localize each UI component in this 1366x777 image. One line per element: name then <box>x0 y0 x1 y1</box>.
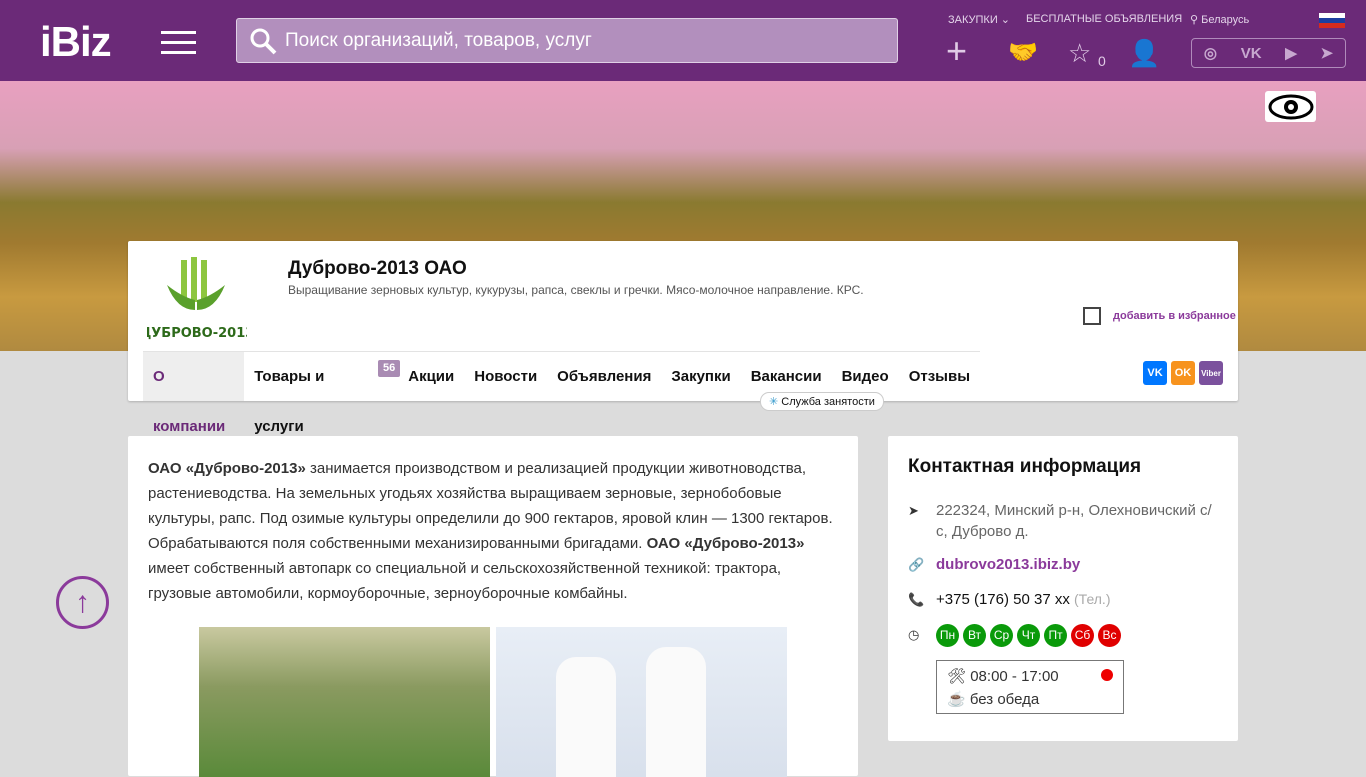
tab-reviews[interactable]: Отзывы <box>899 352 980 401</box>
search-input[interactable]: Поиск организаций, товаров, услуг <box>236 18 898 63</box>
workdays: Пн Вт Ср Чт Пт Сб Вс <box>936 624 1121 647</box>
photo-gallery <box>199 627 787 777</box>
company-description: Выращивание зерновых культур, кукурузы, … <box>288 283 864 297</box>
employment-service-tooltip[interactable]: ✳ Служба занятости <box>760 392 884 411</box>
day-5[interactable]: Сб <box>1071 624 1094 647</box>
link-icon: 🔗 <box>908 557 925 572</box>
youtube-icon[interactable]: ▶ <box>1285 44 1297 62</box>
address: 222324, Минский р-н, Олехновичский с/с, … <box>936 502 1212 540</box>
handshake-icon[interactable]: 🤝 <box>1008 38 1038 67</box>
day-1[interactable]: Вт <box>963 624 986 647</box>
contact-info-panel: Контактная информация ➤ 222324, Минский р… <box>888 436 1238 741</box>
accessibility-eye-icon[interactable] <box>1265 91 1316 122</box>
tab-ads[interactable]: Объявления <box>547 352 661 401</box>
phone-icon: 📞 <box>908 592 925 607</box>
phone-number[interactable]: +375 (176) 50 37 xx <box>936 589 1070 610</box>
viber-share-button[interactable]: Viber <box>1199 361 1223 385</box>
contact-info-title: Контактная информация <box>908 456 1142 477</box>
clock-icon: ◷ <box>908 627 920 642</box>
cows-photo[interactable] <box>199 627 490 777</box>
tab-news[interactable]: Новости <box>464 352 547 401</box>
vk-share-button[interactable]: VK <box>1143 361 1167 385</box>
menu-icon[interactable] <box>161 31 196 61</box>
telegram-icon[interactable]: ➤ <box>1321 44 1334 62</box>
tab-about[interactable]: О компании <box>143 352 245 435</box>
closed-status-dot <box>1101 669 1113 681</box>
products-count-badge: 56 <box>378 360 401 377</box>
tab-promotions[interactable]: Акции <box>398 352 464 401</box>
search-placeholder: Поиск организаций, товаров, услуг <box>285 29 592 51</box>
ibiz-logo[interactable]: iBiz <box>40 18 112 66</box>
hours-popup: 🛠 08:00 - 17:00 ☕ без обеда <box>936 660 1124 714</box>
vk-icon[interactable]: VK <box>1241 45 1262 62</box>
social-links: ◎ VK ▶ ➤ <box>1191 38 1346 68</box>
about-section: ОАО «Дуброво-2013» занимается производст… <box>128 436 858 777</box>
region-link[interactable]: ⚲ Беларусь <box>1190 13 1249 26</box>
day-2[interactable]: Ср <box>990 624 1013 647</box>
day-0[interactable]: Пн <box>936 624 959 647</box>
add-icon[interactable]: + <box>946 30 967 72</box>
russian-flag-icon[interactable] <box>1319 13 1345 28</box>
share-buttons: VK OK Viber <box>1143 361 1223 385</box>
day-6[interactable]: Вс <box>1098 624 1121 647</box>
milk-bottles-photo[interactable] <box>496 627 787 777</box>
company-card: ДУБРОВО-2013 Дуброво-2013 ОАО Выращивани… <box>128 241 1238 435</box>
tools-icon: 🛠 <box>947 668 967 685</box>
tab-purchases[interactable]: Закупки <box>661 352 740 401</box>
ok-share-button[interactable]: OK <box>1171 361 1195 385</box>
instagram-icon[interactable]: ◎ <box>1204 44 1217 62</box>
top-bar: iBiz Поиск организаций, товаров, услуг З… <box>0 0 1366 81</box>
lunch-info: без обеда <box>969 691 1040 708</box>
location-arrow-icon: ➤ <box>908 503 919 518</box>
work-hours: 08:00 - 17:00 <box>970 668 1059 685</box>
day-3[interactable]: Чт <box>1017 624 1040 647</box>
company-logo: ДУБРОВО-2013 <box>143 249 250 351</box>
coffee-icon: ☕ <box>947 691 966 708</box>
purchases-link[interactable]: ЗАКУПКИ ⌄ <box>948 13 1010 26</box>
favorites-count: 0 <box>1098 53 1106 69</box>
day-4[interactable]: Пт <box>1044 624 1067 647</box>
tab-products[interactable]: Товары и услуги 56 <box>244 352 401 435</box>
svg-text:ДУБРОВО-2013: ДУБРОВО-2013 <box>147 326 247 341</box>
phone-type: (Тел.) <box>1074 591 1111 607</box>
about-text: ОАО «Дуброво-2013» занимается производст… <box>148 460 833 602</box>
bookmark-star-icon[interactable]: ☆ <box>1068 38 1091 69</box>
add-user-icon[interactable]: 👤 <box>1128 38 1160 69</box>
add-favorite-checkbox[interactable]: добавить в избранное <box>1083 307 1236 325</box>
free-ads-link[interactable]: БЕСПЛАТНЫЕ ОБЪЯВЛЕНИЯ <box>1026 13 1182 25</box>
company-name: Дуброво-2013 ОАО <box>288 258 467 279</box>
website-link[interactable]: dubrovo2013.ibiz.by <box>936 554 1080 575</box>
search-icon <box>250 28 277 54</box>
scroll-up-button[interactable]: ↑ <box>56 576 109 629</box>
